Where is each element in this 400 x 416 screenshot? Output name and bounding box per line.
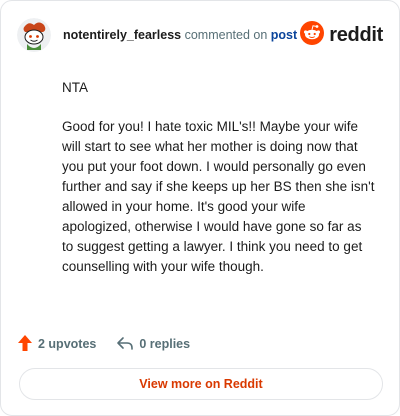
- upvotes-count: 2 upvotes: [38, 337, 97, 351]
- comment-paragraph: NTA: [62, 80, 88, 95]
- upvotes-stat[interactable]: 2 upvotes: [17, 334, 96, 355]
- view-more-button[interactable]: View more on Reddit: [19, 368, 383, 400]
- replies-stat[interactable]: 0 replies: [116, 335, 190, 354]
- comment-header: notentirely_fearless commented on post r…: [17, 17, 383, 53]
- snoo-avatar-icon[interactable]: [17, 18, 51, 52]
- post-link[interactable]: post: [271, 28, 297, 42]
- username-link[interactable]: notentirely_fearless: [63, 28, 181, 42]
- reddit-wordmark: reddit: [329, 23, 383, 46]
- embedded-comment-card: notentirely_fearless commented on post r…: [0, 0, 400, 416]
- comment-stats: 2 upvotes 0 replies: [17, 334, 210, 354]
- reply-arrow-icon: [116, 335, 134, 354]
- reddit-logo-icon: [300, 20, 325, 50]
- reddit-brand[interactable]: reddit: [300, 20, 383, 50]
- upvote-arrow-icon: [17, 334, 33, 355]
- replies-count: 0 replies: [139, 337, 191, 351]
- comment-meta: notentirely_fearless commented on post: [63, 28, 300, 42]
- comment-paragraph: Good for you! I hate toxic MIL's!! Maybe…: [62, 119, 375, 274]
- action-text: commented on: [184, 28, 268, 42]
- comment-body: NTA Good for you! I hate toxic MIL's!! M…: [62, 78, 375, 296]
